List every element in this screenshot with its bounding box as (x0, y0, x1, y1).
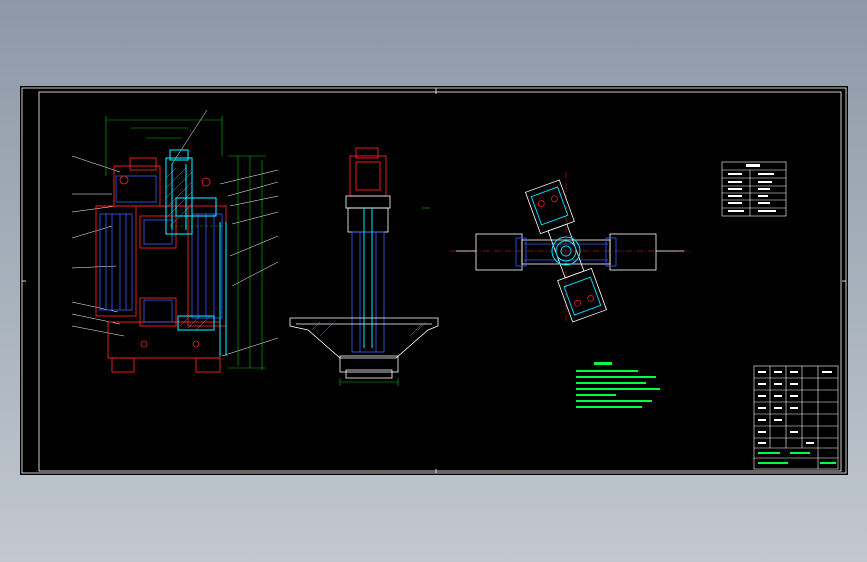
front-dimension-lines (105, 116, 266, 370)
side-dimensions (339, 207, 430, 386)
cad-viewport[interactable] (20, 86, 848, 475)
cad-drawing (21, 87, 847, 474)
front-central-shaft (165, 149, 227, 356)
drawing-frame (21, 87, 847, 474)
side-shaft (363, 208, 373, 348)
param-table-marks (728, 164, 776, 212)
side-motor (349, 147, 387, 197)
side-coupling (345, 195, 391, 233)
top-view (450, 172, 692, 323)
title-block-text (758, 371, 832, 444)
technical-notes (576, 362, 660, 408)
side-view (289, 147, 439, 386)
front-leader-lines (71, 109, 279, 357)
side-column (351, 231, 385, 353)
front-housing-outline (95, 157, 227, 373)
front-section-view (71, 109, 279, 373)
